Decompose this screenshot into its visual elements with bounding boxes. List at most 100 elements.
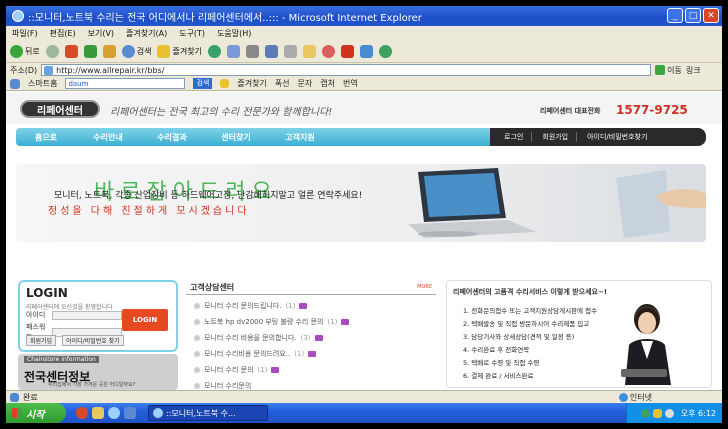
toolbar-item-sms[interactable]: 문자 — [298, 78, 313, 89]
maximize-button[interactable]: □ — [685, 8, 701, 23]
address-label: 주소(D) — [10, 65, 38, 75]
post-title: 모니터 수리비용 문의드려요.. — [204, 350, 291, 358]
edit-icon[interactable] — [264, 45, 278, 58]
volume-icon[interactable] — [664, 408, 674, 418]
hotline-number: 1577-9725 — [616, 103, 688, 117]
support-agent-image — [621, 304, 671, 385]
screen: ::모니터,노트북 수리는 전국 어디에서나 리페어센터에서..::: - Mi… — [6, 6, 722, 423]
history-icon[interactable] — [207, 45, 221, 58]
star-icon — [157, 45, 171, 58]
start-button[interactable]: 시작 — [6, 403, 66, 423]
nav-repair-results[interactable]: 수리결과 — [140, 132, 204, 143]
toolbar-search-input[interactable]: daum — [65, 78, 186, 89]
toolbar-item-capture[interactable]: 캡처 — [320, 78, 335, 89]
links-label[interactable]: 링크 — [686, 65, 701, 76]
post-title: 노트북 hp dv2000 부팅 불량 수리 문의 — [204, 318, 324, 326]
explorer-icon[interactable] — [92, 407, 104, 419]
login-link[interactable]: 로그인 — [496, 132, 533, 142]
login-button[interactable]: LOGIN — [122, 309, 168, 331]
research-icon[interactable] — [321, 45, 335, 58]
start-label: 시작 — [26, 409, 45, 421]
security-icon[interactable] — [652, 408, 662, 418]
folder-icon[interactable] — [302, 45, 316, 58]
favorites-label: 즐겨찾기 — [172, 47, 202, 56]
minimize-button[interactable]: _ — [667, 8, 683, 23]
toolbar-favorites[interactable]: 즐겨찾기 — [237, 78, 266, 89]
refresh-icon[interactable] — [83, 45, 97, 58]
people-icon[interactable] — [378, 45, 392, 58]
nav-find-center[interactable]: 센터찾기 — [204, 132, 268, 143]
site-logo[interactable]: 리페어센터 — [20, 100, 100, 118]
address-url: http://www.allrepair.kr/bbs/ — [56, 66, 165, 75]
mail-icon[interactable] — [226, 45, 240, 58]
bullet-icon — [194, 335, 200, 341]
chainstore-banner[interactable]: Chainstore information 전국센터정보 우리집에서 가장 가… — [18, 354, 178, 390]
id-input[interactable] — [52, 310, 122, 320]
new-badge-icon — [314, 335, 323, 341]
messenger-icon[interactable] — [340, 45, 354, 58]
desktop-icon[interactable] — [124, 407, 136, 419]
nav-home[interactable]: 홈으로 — [16, 132, 76, 143]
discuss-icon[interactable] — [283, 45, 297, 58]
toolbar-search-button[interactable]: 검색 — [193, 78, 213, 89]
user-bar: 로그인 회원가입 아이디/비밀번호찾기 — [490, 128, 706, 146]
back-button[interactable]: 뒤로 — [10, 45, 40, 58]
menu-view[interactable]: 보기(V) — [88, 28, 114, 39]
network-icon[interactable] — [640, 408, 650, 418]
home-icon[interactable] — [102, 45, 116, 58]
consult-more-link[interactable]: MORE — [417, 284, 432, 290]
menu-tools[interactable]: 도구(T) — [179, 28, 205, 39]
join-button[interactable]: 회원가입 — [26, 335, 57, 346]
media-player-icon[interactable] — [76, 407, 88, 419]
list-item[interactable]: 노트북 hp dv2000 부팅 불량 수리 문의 (1) — [194, 314, 350, 330]
toolbar: 뒤로 검색 즐겨찾기 — [6, 41, 722, 63]
find-id-button[interactable]: 아이디/비밀번호 찾기 — [62, 335, 124, 346]
signup-link[interactable]: 회원가입 — [534, 132, 578, 142]
forward-arrow-icon[interactable] — [45, 45, 59, 58]
star-icon — [220, 79, 230, 88]
menu-favorites[interactable]: 즐겨찾기(A) — [126, 28, 167, 39]
ie-icon[interactable] — [108, 407, 120, 419]
service-step: 2. 택배발송 및 직접 방문하시어 수리제품 입고 — [463, 319, 590, 328]
menubar: 파일(F) 편집(E) 보기(V) 즐겨찾기(A) 도구(T) 도움말(H) — [6, 26, 722, 41]
toolbar-item-translate[interactable]: 번역 — [343, 78, 358, 89]
list-item[interactable]: 모니터 수리비용 문의드려요.. (1) — [194, 346, 349, 362]
window-title: ::모니터,노트북 수리는 전국 어디에서나 리페어센터에서..::: - Mi… — [28, 12, 422, 24]
favorites-button[interactable]: 즐겨찾기 — [157, 45, 202, 58]
bullet-icon — [194, 319, 200, 325]
comment-count: (1) — [327, 318, 338, 326]
nav-support[interactable]: 고객지원 — [268, 132, 332, 143]
main-banner[interactable]: 바로잡아드려요 모니터, 노트북, 각종 산업장비 등 하드웨어고장, 난감해하… — [16, 164, 706, 242]
window-titlebar[interactable]: ::모니터,노트북 수리는 전국 어디에서나 리페어센터에서..::: - Mi… — [6, 6, 722, 26]
nav-repair-guide[interactable]: 수리안내 — [76, 132, 140, 143]
toolbar-options-icon[interactable] — [10, 78, 20, 89]
ie-icon — [12, 10, 24, 22]
menu-edit[interactable]: 편집(E) — [50, 28, 76, 39]
bullet-icon — [194, 351, 200, 357]
taskbar-window-button[interactable]: ::모니터,노트북 수... — [148, 405, 268, 421]
quick-launch — [76, 407, 136, 419]
list-item[interactable]: 모니터 수리 문의드립니다. (1) — [194, 298, 349, 314]
task-label: ::모니터,노트북 수... — [166, 408, 236, 418]
media-icon[interactable] — [359, 45, 373, 58]
stop-icon[interactable] — [64, 45, 78, 58]
back-arrow-icon — [10, 45, 23, 58]
go-button[interactable]: 이동 — [655, 65, 682, 76]
list-item[interactable]: 모니터 수리 문의 (1) — [194, 362, 349, 378]
list-item[interactable]: 모니터 수리문의 — [194, 378, 349, 390]
list-item[interactable]: 모니터 수리 비용을 문의합니다. (3) — [194, 330, 349, 346]
addon-toolbar: 스마트홈 daum 검색 즐겨찾기 폭선 문자 캡처 번역 — [6, 77, 722, 91]
menu-help[interactable]: 도움말(H) — [217, 28, 251, 39]
address-bar: 주소(D) http://www.allrepair.kr/bbs/ 이동 링크 — [6, 63, 722, 77]
find-account-link[interactable]: 아이디/비밀번호찾기 — [579, 132, 655, 142]
menu-file[interactable]: 파일(F) — [12, 28, 38, 39]
close-button[interactable]: ✕ — [703, 8, 719, 23]
print-icon[interactable] — [245, 45, 259, 58]
address-input[interactable]: http://www.allrepair.kr/bbs/ — [41, 64, 652, 76]
windows-logo-icon — [12, 408, 22, 418]
toolbar-item-news[interactable]: 폭선 — [275, 78, 290, 89]
zone-label: 인터넷 — [629, 393, 652, 402]
smarthome-button[interactable]: 스마트홈 — [28, 78, 57, 89]
search-button[interactable]: 검색 — [121, 45, 151, 58]
web-content: 리페어센터 리페어센터는 전국 최고의 수리 전문가와 함께합니다! 리페어센터… — [6, 92, 722, 390]
